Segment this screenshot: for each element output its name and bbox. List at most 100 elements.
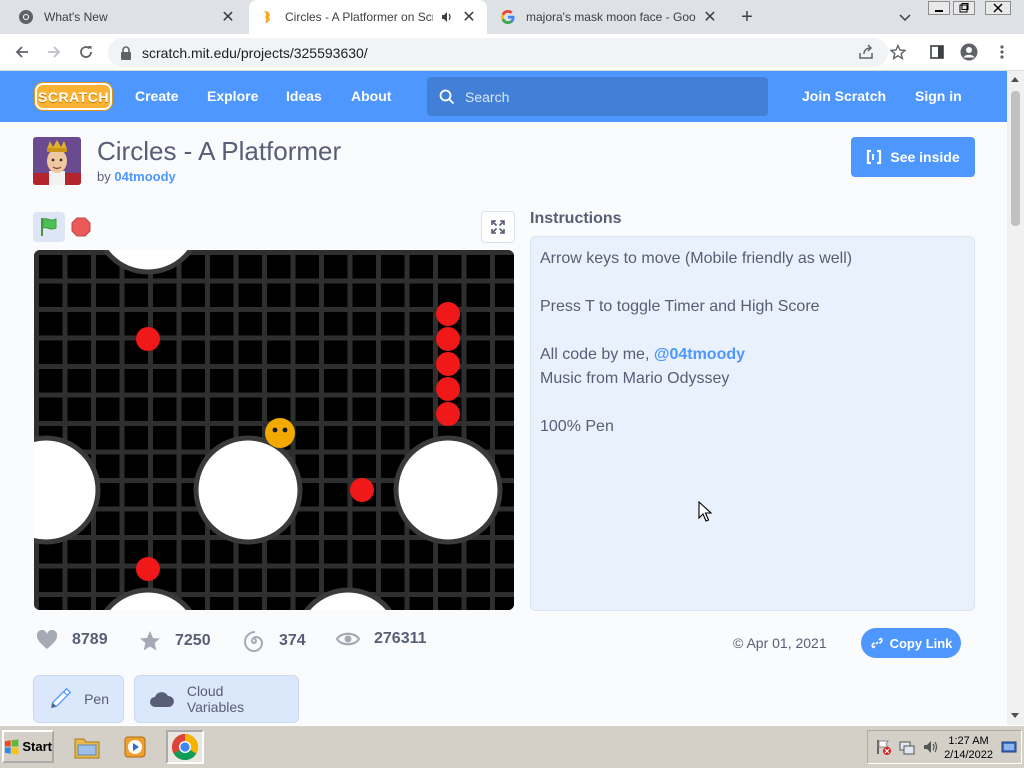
start-label: Start bbox=[22, 739, 52, 754]
copy-link-button[interactable]: Copy Link bbox=[861, 628, 961, 658]
hazard-dot bbox=[436, 352, 460, 376]
close-tab-icon[interactable]: ✕ bbox=[220, 9, 236, 26]
lock-icon[interactable] bbox=[120, 45, 134, 60]
scratch-navbar: SCRATCH Create Explore Ideas About Join … bbox=[0, 71, 1007, 122]
tag-cloud-variables[interactable]: Cloud Variables bbox=[134, 675, 299, 723]
action-center-flag-icon[interactable] bbox=[874, 738, 892, 756]
see-inside-button[interactable]: See inside bbox=[851, 137, 975, 177]
hazard-dot bbox=[436, 402, 460, 426]
love-count: 8789 bbox=[72, 631, 108, 648]
view-stat: 276311 bbox=[336, 630, 427, 648]
instructions-line: Arrow keys to move (Mobile friendly as w… bbox=[540, 250, 853, 267]
scroll-down-arrow-icon[interactable] bbox=[1011, 713, 1019, 718]
nav-about-link[interactable]: About bbox=[351, 88, 391, 104]
favorite-stat[interactable]: 7250 bbox=[139, 630, 211, 652]
share-date: © Apr 01, 2021 bbox=[733, 635, 827, 651]
join-scratch-link[interactable]: Join Scratch bbox=[802, 88, 886, 104]
nav-ideas-link[interactable]: Ideas bbox=[286, 88, 322, 104]
instructions-box: Arrow keys to move (Mobile friendly as w… bbox=[530, 236, 975, 611]
audio-playing-icon[interactable] bbox=[439, 9, 455, 25]
hazard-dot bbox=[136, 557, 160, 581]
share-date-text: Apr 01, 2021 bbox=[746, 635, 827, 651]
more-menu-icon[interactable] bbox=[992, 42, 1012, 62]
scrollbar-thumb[interactable] bbox=[1011, 91, 1020, 226]
fullscreen-button[interactable] bbox=[481, 211, 515, 243]
os-taskbar: Start 1:27 AM 2/14/2022 bbox=[0, 725, 1024, 768]
instructions-line: 100% Pen bbox=[540, 418, 614, 435]
side-panel-icon[interactable] bbox=[927, 42, 947, 62]
love-stat[interactable]: 8789 bbox=[36, 630, 108, 650]
nav-explore-link[interactable]: Explore bbox=[207, 88, 258, 104]
project-title: Circles - A Platformer bbox=[97, 136, 342, 166]
star-icon bbox=[140, 631, 160, 651]
remix-spiral-icon bbox=[243, 631, 264, 652]
bookmark-star-icon[interactable] bbox=[888, 42, 908, 62]
close-tab-icon[interactable]: ✕ bbox=[702, 9, 718, 26]
tab-whats-new[interactable]: What's New ✕ bbox=[8, 0, 246, 34]
author-mention-link[interactable]: @04tmoody bbox=[654, 346, 745, 363]
view-count: 276311 bbox=[374, 630, 427, 647]
green-flag-button[interactable] bbox=[33, 212, 65, 242]
scratch-logo[interactable]: SCRATCH bbox=[35, 83, 112, 110]
close-tab-icon[interactable]: ✕ bbox=[461, 9, 477, 26]
chrome-taskbar-icon[interactable] bbox=[166, 730, 204, 764]
maximize-window-button[interactable] bbox=[953, 1, 975, 15]
author-avatar[interactable] bbox=[33, 137, 81, 185]
browser-toolbar: scratch.mit.edu/projects/325593630/ bbox=[0, 34, 1024, 71]
back-arrow-icon[interactable] bbox=[12, 42, 32, 62]
credit-text: All code by me, bbox=[540, 346, 650, 363]
chrome-icon bbox=[18, 9, 34, 25]
media-player-icon[interactable] bbox=[116, 730, 154, 764]
player-ball bbox=[265, 418, 295, 448]
stop-button[interactable] bbox=[70, 216, 92, 238]
tab-search-chevron-icon[interactable] bbox=[897, 9, 913, 25]
network-icon[interactable] bbox=[898, 738, 916, 756]
show-desktop-icon[interactable] bbox=[1001, 739, 1017, 755]
forward-arrow-icon[interactable] bbox=[44, 42, 64, 62]
tab-title: What's New bbox=[44, 10, 108, 24]
reload-icon[interactable] bbox=[76, 42, 96, 62]
copyright-icon: © bbox=[733, 635, 744, 651]
address-bar[interactable]: scratch.mit.edu/projects/325593630/ bbox=[108, 38, 888, 67]
profile-avatar-icon[interactable] bbox=[959, 42, 979, 62]
heart-icon bbox=[36, 630, 58, 649]
author-link[interactable]: 04tmoody bbox=[114, 169, 175, 184]
tag-pen[interactable]: Pen bbox=[33, 675, 124, 723]
file-explorer-icon[interactable] bbox=[68, 730, 106, 764]
by-label: by bbox=[97, 169, 111, 184]
remix-stat: 374 bbox=[243, 630, 306, 652]
hazard-dot bbox=[136, 327, 160, 351]
tab-google-search[interactable]: majora's mask moon face - Google Search … bbox=[490, 0, 728, 34]
platform-circle bbox=[193, 435, 303, 545]
instructions-line: All code by me, @04tmoody bbox=[540, 343, 965, 367]
nav-create-link[interactable]: Create bbox=[135, 88, 179, 104]
close-window-button[interactable] bbox=[985, 1, 1011, 15]
instructions-line: Music from Mario Odyssey bbox=[540, 370, 730, 387]
tag-label: Pen bbox=[84, 691, 109, 707]
scroll-up-arrow-icon[interactable] bbox=[1011, 77, 1019, 82]
instructions-heading: Instructions bbox=[530, 210, 622, 227]
tag-label: Cloud Variables bbox=[186, 683, 245, 715]
game-stage[interactable] bbox=[34, 250, 514, 610]
system-tray: 1:27 AM 2/14/2022 bbox=[867, 730, 1022, 764]
hazard-dot bbox=[436, 327, 460, 351]
search-input[interactable] bbox=[465, 88, 745, 105]
share-icon[interactable] bbox=[856, 42, 876, 62]
page-scrollbar[interactable] bbox=[1007, 71, 1024, 725]
search-icon bbox=[439, 89, 455, 104]
start-button[interactable]: Start bbox=[2, 730, 54, 763]
sign-in-link[interactable]: Sign in bbox=[915, 88, 962, 104]
tab-title: Circles - A Platformer on Scratch bbox=[285, 10, 433, 24]
browser-tab-strip: What's New ✕ Circles - A Platformer on S… bbox=[0, 0, 1024, 34]
hazard-dot bbox=[436, 377, 460, 401]
volume-icon[interactable] bbox=[922, 738, 940, 756]
taskbar-clock[interactable]: 1:27 AM 2/14/2022 bbox=[944, 734, 993, 762]
link-icon bbox=[870, 637, 883, 649]
hazard-dot bbox=[350, 478, 374, 502]
minimize-window-button[interactable] bbox=[928, 1, 950, 15]
tab-circles-platformer[interactable]: Circles - A Platformer on Scratch ✕ bbox=[249, 0, 487, 34]
eye-icon bbox=[336, 632, 360, 646]
see-inside-label: See inside bbox=[890, 149, 960, 165]
project-author-line: by 04tmoody bbox=[97, 169, 176, 184]
new-tab-icon[interactable]: + bbox=[737, 7, 757, 27]
